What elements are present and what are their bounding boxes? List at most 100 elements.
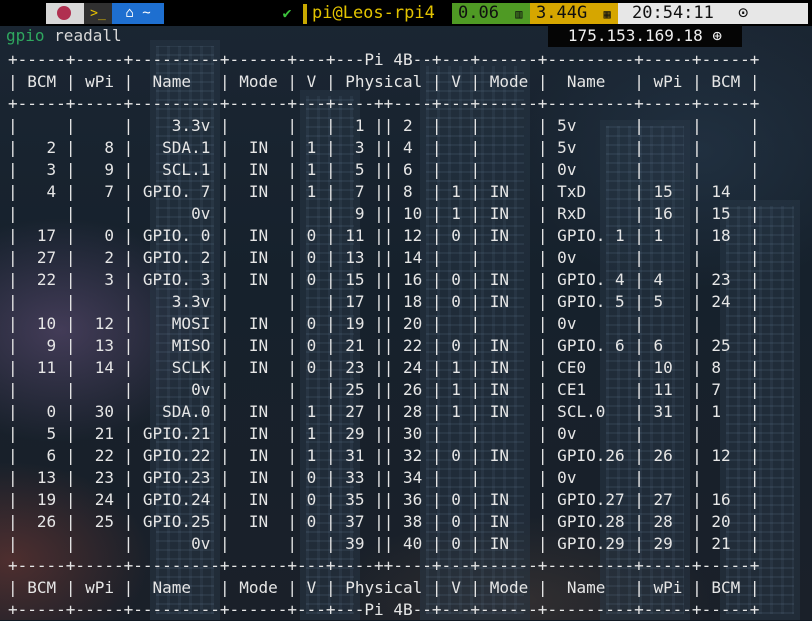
row-cell-1: 7 xyxy=(75,182,124,201)
row-cell-0: 11 xyxy=(17,358,66,377)
row-cell-8: IN xyxy=(480,380,538,399)
table-row: | 26 | 25 | GPIO.25 | IN | 0 | 37 || 38 … xyxy=(8,512,760,531)
row-cell-8: IN xyxy=(480,204,538,223)
header-cell-0: BCM xyxy=(17,578,66,597)
row-cell-4: 0 xyxy=(297,512,326,531)
row-cell-5: 1 xyxy=(335,116,375,135)
row-cell-4: 1 xyxy=(297,160,326,179)
table-top-border: +-----+-----+---------+------+---+---Pi … xyxy=(8,50,760,69)
row-cell-2: 3.3v xyxy=(133,292,220,311)
terminal-icon: >_ xyxy=(84,3,112,24)
row-cell-4: 0 xyxy=(297,248,326,267)
row-cell-10 xyxy=(644,115,692,137)
row-cell-0: 9 xyxy=(17,336,66,355)
row-cell-7 xyxy=(442,159,471,181)
row-cell-9: CE1 xyxy=(547,380,635,399)
row-cell-4: 0 xyxy=(297,270,326,289)
row-cell-10 xyxy=(644,467,692,489)
row-cell-5: 15 xyxy=(335,270,375,289)
row-cell-4: 0 xyxy=(297,468,326,487)
row-cell-8: IN xyxy=(480,270,538,289)
row-cell-9: 0v xyxy=(547,248,635,267)
row-cell-2: GPIO. 2 xyxy=(133,248,220,267)
row-cell-1: 22 xyxy=(75,446,124,465)
row-cell-7: 1 xyxy=(441,204,471,223)
row-cell-3: IN xyxy=(229,182,288,201)
cpu-load-value: 0.06 xyxy=(458,3,499,23)
row-cell-7 xyxy=(442,137,471,159)
row-cell-5: 37 xyxy=(335,512,375,531)
row-cell-6: 28 xyxy=(393,402,432,421)
row-cell-6: 6 xyxy=(393,160,432,179)
table-row: | 9 | 13 | MISO | IN | 0 | 21 || 22 | 0 … xyxy=(8,336,760,355)
row-cell-2: 0v xyxy=(133,534,220,553)
header-cell-3: Mode xyxy=(229,578,288,597)
row-cell-0: 13 xyxy=(17,468,66,487)
table-row: | | | 3.3v | | | 1 || 2 | | | 5v | | | xyxy=(8,115,760,137)
header-cell-2: Name xyxy=(133,578,220,597)
row-cell-7: 0 xyxy=(441,292,471,311)
row-cell-8: IN xyxy=(480,490,538,509)
row-cell-7: 0 xyxy=(441,270,471,289)
row-cell-7: 0 xyxy=(441,336,471,355)
header-cell-4: V xyxy=(297,578,326,597)
row-cell-9: GPIO.28 xyxy=(547,512,635,531)
row-cell-4: 0 xyxy=(297,358,326,377)
row-cell-9: TxD xyxy=(547,182,635,201)
row-cell-8: IN xyxy=(480,336,538,355)
row-cell-5: 25 xyxy=(335,380,375,399)
row-cell-6: 10 xyxy=(393,204,432,223)
row-cell-10: 29 xyxy=(643,534,693,553)
table-bottom-border: +-----+-----+---------+------+---+---Pi … xyxy=(8,600,760,619)
row-cell-5: 39 xyxy=(335,534,375,553)
row-cell-9: SCL.0 xyxy=(547,402,635,421)
row-cell-6: 4 xyxy=(393,138,432,157)
row-cell-11 xyxy=(702,159,750,181)
table-row: | 19 | 24 | GPIO.24 | IN | 0 | 35 || 36 … xyxy=(8,490,760,509)
row-cell-2: GPIO. 7 xyxy=(133,182,220,201)
row-cell-8: IN xyxy=(480,182,538,201)
row-cell-0: 27 xyxy=(17,248,66,267)
row-cell-9: RxD xyxy=(547,204,635,223)
row-cell-1 xyxy=(75,379,123,401)
ip-address-indicator: 175.153.169.18 ⊕ xyxy=(548,25,742,47)
row-cell-5: 9 xyxy=(335,204,375,223)
table-row: | | | 0v | | | 9 || 10 | 1 | IN | RxD | … xyxy=(8,204,760,223)
header-cell-4: V xyxy=(297,72,326,91)
row-cell-0 xyxy=(18,291,66,313)
row-cell-0: 3 xyxy=(17,160,66,179)
table-row: | 17 | 0 | GPIO. 0 | IN | 0 | 11 || 12 |… xyxy=(8,226,760,245)
row-cell-1 xyxy=(75,291,123,313)
row-cell-10 xyxy=(644,159,692,181)
row-cell-6: 8 xyxy=(393,182,432,201)
row-cell-4: 1 xyxy=(297,424,326,443)
table-row: | | | 3.3v | | | 17 || 18 | 0 | IN | GPI… xyxy=(8,291,760,313)
clock-indicator: 20:54:11 ⊙ xyxy=(618,3,808,24)
user-host-label: pi@Leos-rpi4 xyxy=(312,3,435,23)
table-row: | | | 0v | | | 25 || 26 | 1 | IN | CE1 |… xyxy=(8,379,760,401)
row-cell-5: 19 xyxy=(335,314,375,333)
row-cell-10 xyxy=(644,313,692,335)
row-cell-1 xyxy=(75,533,123,555)
row-cell-6: 32 xyxy=(393,446,432,465)
row-cell-9: GPIO. 1 xyxy=(547,226,635,245)
table-row: | 27 | 2 | GPIO. 2 | IN | 0 | 13 || 14 |… xyxy=(8,248,760,267)
row-cell-1: 0 xyxy=(75,226,124,245)
table-row: | 0 | 30 | SDA.0 | IN | 1 | 27 || 28 | 1… xyxy=(8,402,760,421)
row-cell-11: 8 xyxy=(701,358,750,377)
row-cell-7: 0 xyxy=(441,226,471,245)
header-cell-7: Mode xyxy=(480,578,538,597)
row-cell-3 xyxy=(230,291,288,313)
row-cell-9: CE0 xyxy=(547,358,635,377)
row-cell-0: 26 xyxy=(17,512,66,531)
row-cell-7 xyxy=(442,467,471,489)
row-cell-5: 3 xyxy=(335,138,375,157)
row-cell-8: IN xyxy=(480,402,538,421)
ip-address: 175.153.169.18 xyxy=(567,26,703,45)
row-cell-4: 1 xyxy=(297,138,326,157)
row-cell-10: 5 xyxy=(643,292,693,311)
row-cell-5: 35 xyxy=(335,490,375,509)
row-cell-0 xyxy=(18,379,66,401)
row-cell-4: 0 xyxy=(297,314,326,333)
row-cell-3 xyxy=(230,115,288,137)
